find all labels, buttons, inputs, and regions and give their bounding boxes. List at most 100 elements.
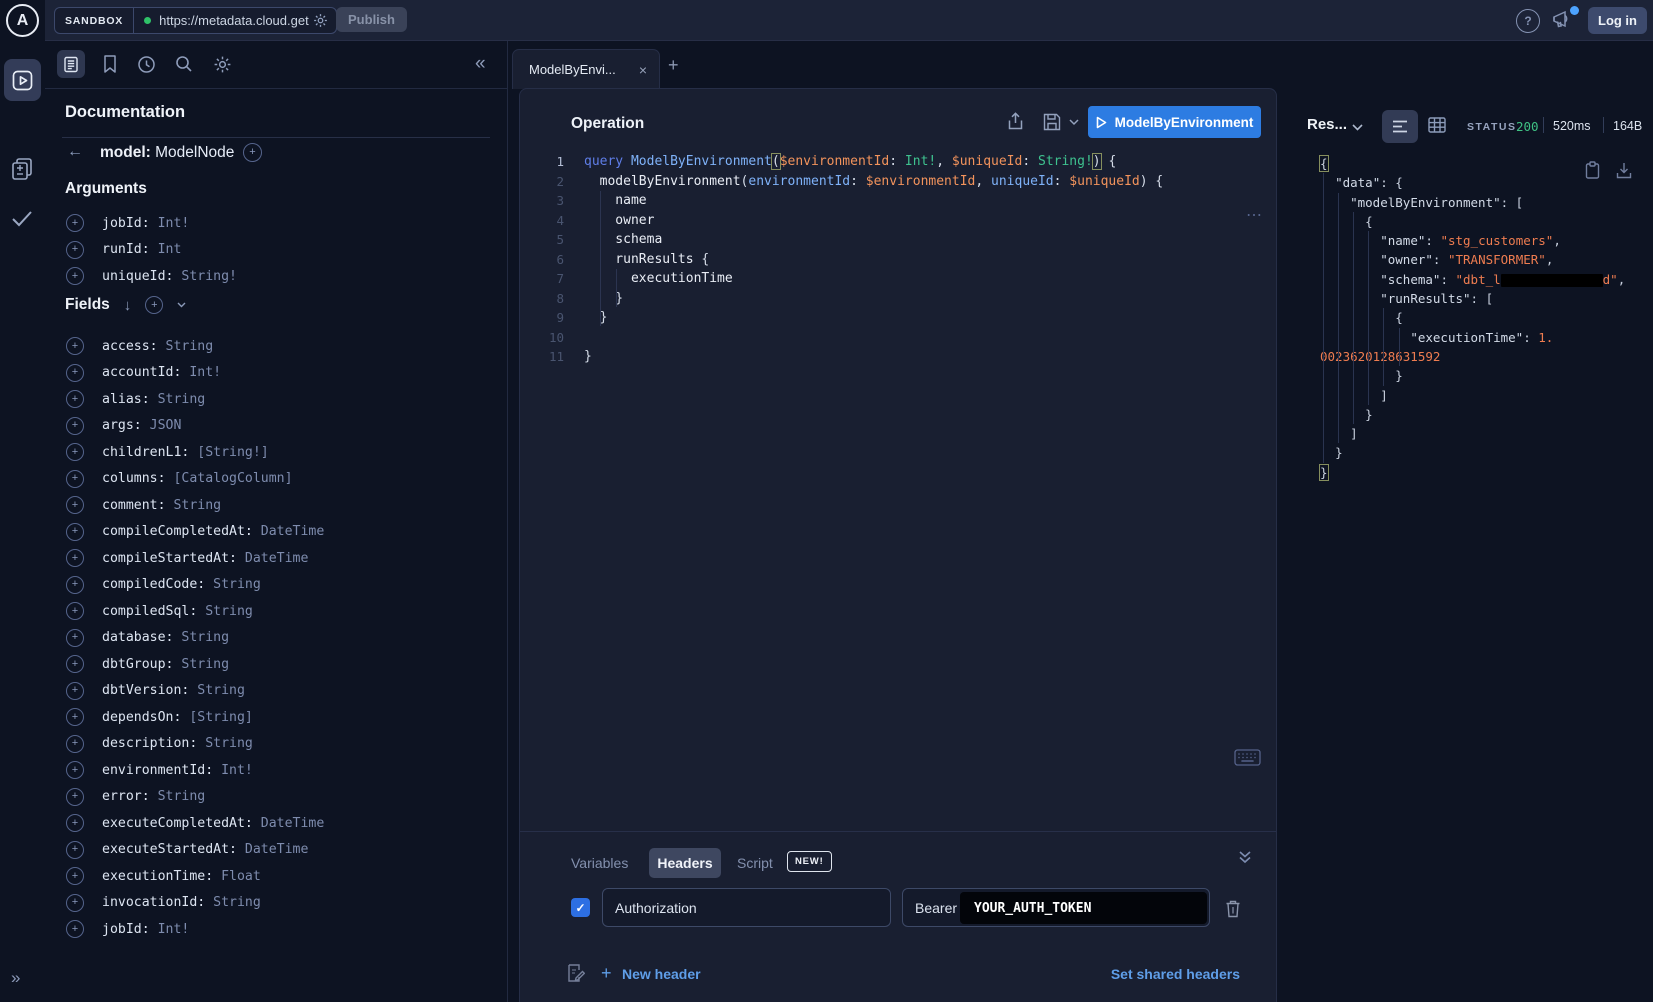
add-to-query-icon[interactable]: + <box>66 629 84 647</box>
add-to-query-icon[interactable]: + <box>66 417 84 435</box>
add-to-query-icon[interactable]: + <box>66 788 84 806</box>
new-header-plus-icon[interactable]: + <box>601 963 612 984</box>
field-type[interactable]: String <box>173 657 229 672</box>
response-pane-title[interactable]: Res... <box>1307 116 1347 133</box>
add-type-button[interactable]: + <box>243 142 262 162</box>
field-type[interactable]: Int! <box>181 365 221 380</box>
field-name[interactable]: args: <box>102 418 142 433</box>
field-name[interactable]: jobId: <box>102 922 150 937</box>
add-to-query-icon[interactable]: + <box>66 735 84 753</box>
keyboard-shortcuts-icon[interactable] <box>1234 749 1261 766</box>
field-type[interactable]: String! <box>173 269 237 284</box>
field-name[interactable]: access: <box>102 339 158 354</box>
field-name[interactable]: error: <box>102 789 150 804</box>
field-type[interactable]: String <box>197 604 253 619</box>
field-name[interactable]: dbtVersion: <box>102 683 189 698</box>
add-to-query-icon[interactable]: + <box>66 496 84 514</box>
apollo-logo[interactable]: A <box>0 0 45 41</box>
field-type[interactable]: Float <box>213 869 261 884</box>
field-name[interactable]: accountId: <box>102 365 181 380</box>
field-type[interactable]: Int <box>150 242 182 257</box>
add-to-query-icon[interactable]: + <box>66 867 84 885</box>
field-type[interactable]: String <box>205 895 261 910</box>
type-name[interactable]: ModelNode <box>155 144 234 161</box>
sandbox-endpoint-pill[interactable]: SANDBOX https://metadata.cloud.get <box>54 7 337 34</box>
response-formatted-view-button[interactable] <box>1382 110 1418 143</box>
header-key-input[interactable]: Authorization <box>602 888 891 927</box>
field-type[interactable]: Int! <box>150 216 190 231</box>
add-to-query-icon[interactable]: + <box>66 267 84 285</box>
add-to-query-icon[interactable]: + <box>66 602 84 620</box>
header-value-input[interactable]: Bearer YOUR_AUTH_TOKEN <box>902 888 1210 927</box>
documentation-tab-button[interactable] <box>57 50 85 78</box>
field-name[interactable]: columns: <box>102 471 166 486</box>
field-type[interactable]: String <box>197 736 253 751</box>
field-type[interactable]: DateTime <box>237 842 308 857</box>
field-type[interactable]: String <box>150 392 206 407</box>
field-type[interactable]: Int! <box>213 763 253 778</box>
field-type[interactable]: [String] <box>181 710 252 725</box>
add-to-query-icon[interactable]: + <box>66 708 84 726</box>
sort-fields-icon[interactable]: ↓ <box>124 297 132 314</box>
field-name[interactable]: description: <box>102 736 197 751</box>
field-type[interactable]: String <box>150 789 206 804</box>
endpoint-settings-gear-icon[interactable] <box>311 13 336 28</box>
field-type[interactable]: String <box>158 339 214 354</box>
settings-button[interactable] <box>213 55 232 74</box>
field-name[interactable]: dependsOn: <box>102 710 181 725</box>
field-name[interactable]: childrenL1: <box>102 445 189 460</box>
operation-more-menu[interactable]: ⋯ <box>1246 205 1264 225</box>
search-button[interactable] <box>175 55 193 73</box>
field-name[interactable]: comment: <box>102 498 166 513</box>
response-dropdown-chevron-icon[interactable] <box>1352 124 1363 131</box>
new-tab-button[interactable]: + <box>668 55 679 76</box>
field-name[interactable]: executeStartedAt: <box>102 842 237 857</box>
field-name[interactable]: alias: <box>102 392 150 407</box>
field-name[interactable]: compiledSql: <box>102 604 197 619</box>
history-button[interactable] <box>137 55 156 74</box>
save-operation-button[interactable] <box>1043 113 1061 131</box>
collapse-bottom-panel-button[interactable] <box>1237 849 1253 865</box>
checks-nav-icon[interactable] <box>10 209 34 228</box>
graphql-editor[interactable]: query ModelByEnvironment($environmentId:… <box>584 152 1163 367</box>
field-name[interactable]: dbtGroup: <box>102 657 173 672</box>
field-name[interactable]: compiledCode: <box>102 577 205 592</box>
field-type[interactable]: JSON <box>142 418 182 433</box>
operation-tab[interactable]: ModelByEnvi... × <box>512 49 660 89</box>
field-type[interactable]: Int! <box>150 922 190 937</box>
field-name[interactable]: executionTime: <box>102 869 213 884</box>
changelog-nav-icon[interactable] <box>10 156 35 182</box>
endpoint-url[interactable]: https://metadata.cloud.get <box>159 13 311 28</box>
publish-button[interactable]: Publish <box>336 7 407 32</box>
field-type[interactable]: String <box>205 577 261 592</box>
delete-header-button[interactable] <box>1225 899 1241 918</box>
field-name[interactable]: executeCompletedAt: <box>102 816 253 831</box>
set-shared-headers-link[interactable]: Set shared headers <box>1111 966 1240 982</box>
save-options-chevron-icon[interactable] <box>1069 119 1079 126</box>
field-name[interactable]: uniqueId: <box>102 269 173 284</box>
share-operation-button[interactable] <box>1007 112 1024 131</box>
add-all-fields-button[interactable]: + <box>145 296 163 314</box>
bookmarks-button[interactable] <box>102 54 118 74</box>
add-to-query-icon[interactable]: + <box>66 814 84 832</box>
explorer-nav-button[interactable] <box>4 59 41 101</box>
expand-rail-icon[interactable]: » <box>11 968 20 988</box>
tab-headers[interactable]: Headers <box>649 848 721 878</box>
field-name[interactable]: compileCompletedAt: <box>102 524 253 539</box>
field-type[interactable]: DateTime <box>253 524 324 539</box>
docs-back-button[interactable]: ← <box>67 143 83 161</box>
field-type[interactable]: [CatalogColumn] <box>166 471 293 486</box>
add-to-query-icon[interactable]: + <box>66 443 84 461</box>
login-button[interactable]: Log in <box>1588 7 1647 34</box>
add-to-query-icon[interactable]: + <box>66 214 84 232</box>
add-to-query-icon[interactable]: + <box>66 920 84 938</box>
add-to-query-icon[interactable]: + <box>66 470 84 488</box>
add-to-query-icon[interactable]: + <box>66 523 84 541</box>
response-table-view-button[interactable] <box>1428 117 1446 133</box>
field-name[interactable]: jobId: <box>102 216 150 231</box>
response-json-viewer[interactable]: { "data": { "modelByEnvironment": [ { "n… <box>1320 154 1650 482</box>
field-name[interactable]: environmentId: <box>102 763 213 778</box>
field-type[interactable]: DateTime <box>253 816 324 831</box>
close-tab-icon[interactable]: × <box>639 62 647 78</box>
run-operation-button[interactable]: ModelByEnvironment <box>1088 106 1261 138</box>
